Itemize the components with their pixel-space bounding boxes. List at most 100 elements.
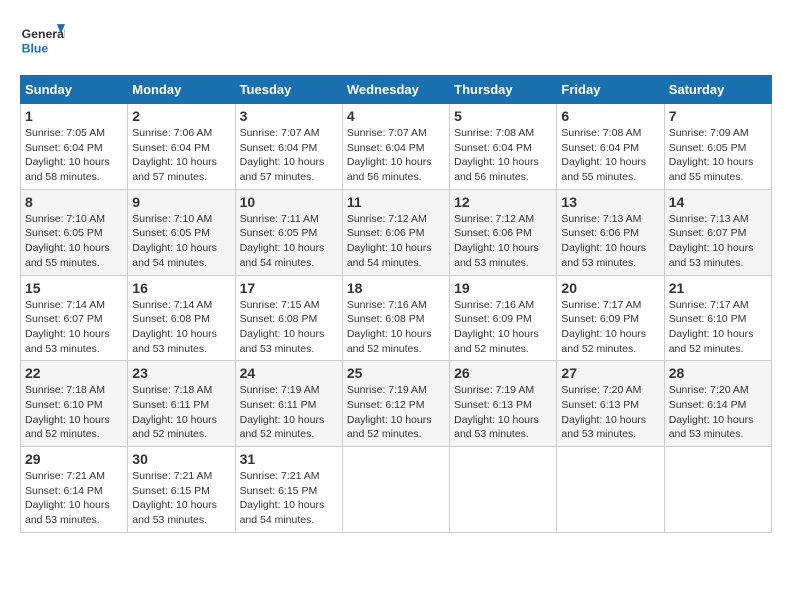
calendar-day-cell — [342, 447, 449, 533]
calendar-day-cell: 14 Sunrise: 7:13 AM Sunset: 6:07 PM Dayl… — [664, 189, 771, 275]
calendar-day-cell — [450, 447, 557, 533]
page-header: General Blue — [20, 20, 772, 65]
weekday-header: Monday — [128, 76, 235, 104]
day-number: 12 — [454, 194, 552, 210]
weekday-header: Saturday — [664, 76, 771, 104]
day-info: Sunrise: 7:07 AM Sunset: 6:04 PM Dayligh… — [347, 126, 445, 185]
day-info: Sunrise: 7:19 AM Sunset: 6:12 PM Dayligh… — [347, 383, 445, 442]
calendar-day-cell: 31 Sunrise: 7:21 AM Sunset: 6:15 PM Dayl… — [235, 447, 342, 533]
calendar-day-cell: 17 Sunrise: 7:15 AM Sunset: 6:08 PM Dayl… — [235, 275, 342, 361]
calendar-week-row: 1 Sunrise: 7:05 AM Sunset: 6:04 PM Dayli… — [21, 104, 772, 190]
calendar-day-cell — [664, 447, 771, 533]
day-info: Sunrise: 7:12 AM Sunset: 6:06 PM Dayligh… — [454, 212, 552, 271]
calendar-day-cell: 8 Sunrise: 7:10 AM Sunset: 6:05 PM Dayli… — [21, 189, 128, 275]
calendar-day-cell: 4 Sunrise: 7:07 AM Sunset: 6:04 PM Dayli… — [342, 104, 449, 190]
day-info: Sunrise: 7:21 AM Sunset: 6:14 PM Dayligh… — [25, 469, 123, 528]
day-number: 22 — [25, 365, 123, 381]
calendar-day-cell: 26 Sunrise: 7:19 AM Sunset: 6:13 PM Dayl… — [450, 361, 557, 447]
day-info: Sunrise: 7:21 AM Sunset: 6:15 PM Dayligh… — [240, 469, 338, 528]
day-number: 24 — [240, 365, 338, 381]
day-info: Sunrise: 7:14 AM Sunset: 6:08 PM Dayligh… — [132, 298, 230, 357]
day-info: Sunrise: 7:19 AM Sunset: 6:11 PM Dayligh… — [240, 383, 338, 442]
day-info: Sunrise: 7:14 AM Sunset: 6:07 PM Dayligh… — [25, 298, 123, 357]
day-info: Sunrise: 7:13 AM Sunset: 6:06 PM Dayligh… — [561, 212, 659, 271]
day-number: 23 — [132, 365, 230, 381]
day-info: Sunrise: 7:18 AM Sunset: 6:10 PM Dayligh… — [25, 383, 123, 442]
calendar-week-row: 8 Sunrise: 7:10 AM Sunset: 6:05 PM Dayli… — [21, 189, 772, 275]
calendar-day-cell: 21 Sunrise: 7:17 AM Sunset: 6:10 PM Dayl… — [664, 275, 771, 361]
calendar-week-row: 29 Sunrise: 7:21 AM Sunset: 6:14 PM Dayl… — [21, 447, 772, 533]
day-info: Sunrise: 7:16 AM Sunset: 6:09 PM Dayligh… — [454, 298, 552, 357]
day-info: Sunrise: 7:20 AM Sunset: 6:14 PM Dayligh… — [669, 383, 767, 442]
day-info: Sunrise: 7:12 AM Sunset: 6:06 PM Dayligh… — [347, 212, 445, 271]
day-number: 3 — [240, 108, 338, 124]
calendar-day-cell: 11 Sunrise: 7:12 AM Sunset: 6:06 PM Dayl… — [342, 189, 449, 275]
calendar-day-cell: 24 Sunrise: 7:19 AM Sunset: 6:11 PM Dayl… — [235, 361, 342, 447]
day-number: 10 — [240, 194, 338, 210]
day-number: 28 — [669, 365, 767, 381]
weekday-header-row: SundayMondayTuesdayWednesdayThursdayFrid… — [21, 76, 772, 104]
calendar-day-cell: 15 Sunrise: 7:14 AM Sunset: 6:07 PM Dayl… — [21, 275, 128, 361]
day-info: Sunrise: 7:20 AM Sunset: 6:13 PM Dayligh… — [561, 383, 659, 442]
day-number: 31 — [240, 451, 338, 467]
day-info: Sunrise: 7:11 AM Sunset: 6:05 PM Dayligh… — [240, 212, 338, 271]
day-number: 30 — [132, 451, 230, 467]
calendar-day-cell: 27 Sunrise: 7:20 AM Sunset: 6:13 PM Dayl… — [557, 361, 664, 447]
day-number: 5 — [454, 108, 552, 124]
calendar-table: SundayMondayTuesdayWednesdayThursdayFrid… — [20, 75, 772, 533]
weekday-header: Sunday — [21, 76, 128, 104]
day-number: 27 — [561, 365, 659, 381]
day-number: 17 — [240, 280, 338, 296]
calendar-week-row: 15 Sunrise: 7:14 AM Sunset: 6:07 PM Dayl… — [21, 275, 772, 361]
calendar-day-cell: 6 Sunrise: 7:08 AM Sunset: 6:04 PM Dayli… — [557, 104, 664, 190]
calendar-day-cell: 7 Sunrise: 7:09 AM Sunset: 6:05 PM Dayli… — [664, 104, 771, 190]
svg-text:General: General — [22, 27, 65, 41]
day-number: 6 — [561, 108, 659, 124]
svg-text:Blue: Blue — [22, 42, 49, 56]
calendar-day-cell — [557, 447, 664, 533]
day-number: 1 — [25, 108, 123, 124]
calendar-day-cell: 9 Sunrise: 7:10 AM Sunset: 6:05 PM Dayli… — [128, 189, 235, 275]
day-info: Sunrise: 7:06 AM Sunset: 6:04 PM Dayligh… — [132, 126, 230, 185]
day-info: Sunrise: 7:13 AM Sunset: 6:07 PM Dayligh… — [669, 212, 767, 271]
day-number: 21 — [669, 280, 767, 296]
calendar-day-cell: 1 Sunrise: 7:05 AM Sunset: 6:04 PM Dayli… — [21, 104, 128, 190]
calendar-day-cell: 5 Sunrise: 7:08 AM Sunset: 6:04 PM Dayli… — [450, 104, 557, 190]
calendar-day-cell: 18 Sunrise: 7:16 AM Sunset: 6:08 PM Dayl… — [342, 275, 449, 361]
calendar-day-cell: 2 Sunrise: 7:06 AM Sunset: 6:04 PM Dayli… — [128, 104, 235, 190]
day-info: Sunrise: 7:18 AM Sunset: 6:11 PM Dayligh… — [132, 383, 230, 442]
day-number: 16 — [132, 280, 230, 296]
day-info: Sunrise: 7:10 AM Sunset: 6:05 PM Dayligh… — [25, 212, 123, 271]
day-number: 14 — [669, 194, 767, 210]
day-info: Sunrise: 7:08 AM Sunset: 6:04 PM Dayligh… — [454, 126, 552, 185]
calendar-day-cell: 19 Sunrise: 7:16 AM Sunset: 6:09 PM Dayl… — [450, 275, 557, 361]
day-number: 18 — [347, 280, 445, 296]
day-number: 13 — [561, 194, 659, 210]
calendar-day-cell: 20 Sunrise: 7:17 AM Sunset: 6:09 PM Dayl… — [557, 275, 664, 361]
day-info: Sunrise: 7:19 AM Sunset: 6:13 PM Dayligh… — [454, 383, 552, 442]
calendar-day-cell: 22 Sunrise: 7:18 AM Sunset: 6:10 PM Dayl… — [21, 361, 128, 447]
weekday-header: Wednesday — [342, 76, 449, 104]
day-number: 19 — [454, 280, 552, 296]
day-info: Sunrise: 7:21 AM Sunset: 6:15 PM Dayligh… — [132, 469, 230, 528]
calendar-week-row: 22 Sunrise: 7:18 AM Sunset: 6:10 PM Dayl… — [21, 361, 772, 447]
day-number: 15 — [25, 280, 123, 296]
day-info: Sunrise: 7:09 AM Sunset: 6:05 PM Dayligh… — [669, 126, 767, 185]
day-number: 7 — [669, 108, 767, 124]
calendar-day-cell: 3 Sunrise: 7:07 AM Sunset: 6:04 PM Dayli… — [235, 104, 342, 190]
day-number: 8 — [25, 194, 123, 210]
calendar-day-cell: 13 Sunrise: 7:13 AM Sunset: 6:06 PM Dayl… — [557, 189, 664, 275]
day-number: 2 — [132, 108, 230, 124]
day-number: 26 — [454, 365, 552, 381]
day-number: 4 — [347, 108, 445, 124]
day-info: Sunrise: 7:16 AM Sunset: 6:08 PM Dayligh… — [347, 298, 445, 357]
calendar-day-cell: 30 Sunrise: 7:21 AM Sunset: 6:15 PM Dayl… — [128, 447, 235, 533]
day-number: 20 — [561, 280, 659, 296]
day-number: 29 — [25, 451, 123, 467]
day-info: Sunrise: 7:05 AM Sunset: 6:04 PM Dayligh… — [25, 126, 123, 185]
calendar-day-cell: 25 Sunrise: 7:19 AM Sunset: 6:12 PM Dayl… — [342, 361, 449, 447]
day-info: Sunrise: 7:08 AM Sunset: 6:04 PM Dayligh… — [561, 126, 659, 185]
calendar-day-cell: 10 Sunrise: 7:11 AM Sunset: 6:05 PM Dayl… — [235, 189, 342, 275]
day-info: Sunrise: 7:17 AM Sunset: 6:09 PM Dayligh… — [561, 298, 659, 357]
day-info: Sunrise: 7:10 AM Sunset: 6:05 PM Dayligh… — [132, 212, 230, 271]
